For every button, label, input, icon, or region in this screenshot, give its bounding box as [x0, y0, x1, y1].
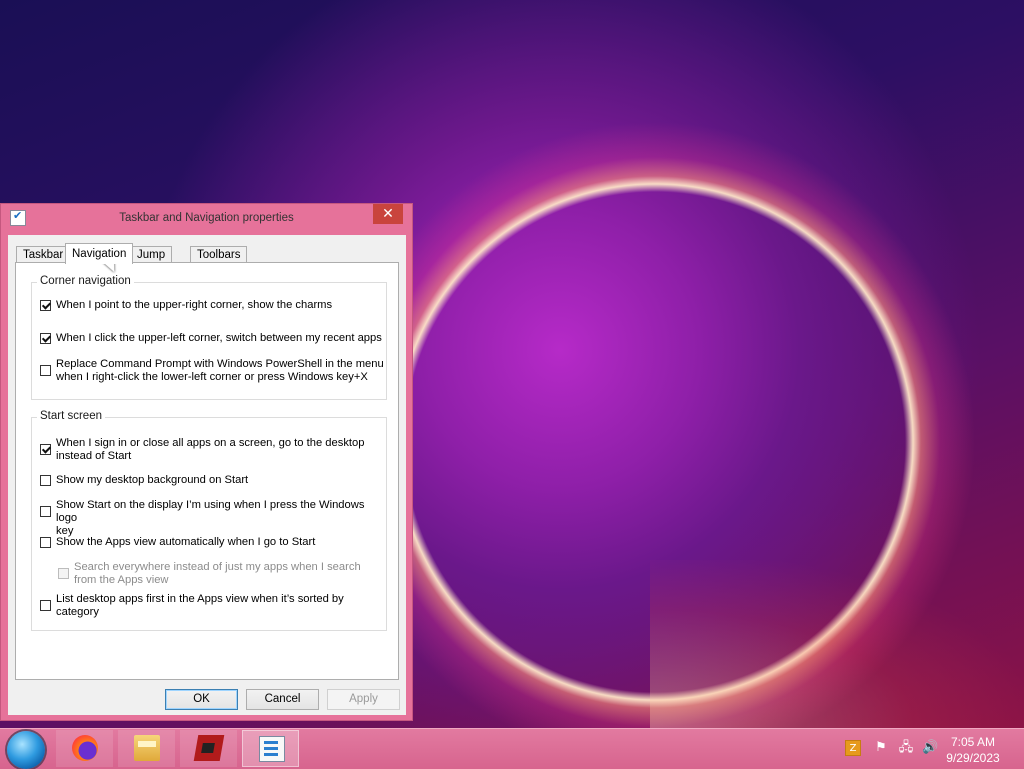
option-go-to-desktop[interactable]: When I sign in or close all apps on a sc… — [40, 437, 364, 463]
option-desktop-background[interactable]: Show my desktop background on Start — [40, 474, 248, 487]
action-center-flag-icon[interactable]: ⚑ — [873, 740, 889, 756]
option-label: Show the Apps view automatically when I … — [56, 536, 316, 548]
corner-navigation-label: Corner navigation — [37, 275, 134, 287]
firefox-icon — [72, 735, 98, 761]
checkbox-apps-view-auto[interactable] — [40, 537, 51, 548]
wallpaper-glow — [650, 560, 1024, 728]
option-label: List desktop apps first in the Apps view… — [56, 593, 344, 618]
clock-time: 7:05 AM — [950, 735, 996, 749]
tab-navigation[interactable]: Navigation — [65, 243, 134, 264]
properties-icon — [259, 736, 285, 762]
start-screen-label: Start screen — [37, 410, 105, 422]
clock-date: 9/29/2023 — [946, 751, 1000, 765]
taskbar: Z ⚑ 🖧 🔊 7:05 AM 9/29/2023 — [0, 728, 1024, 769]
cancel-button[interactable]: Cancel — [246, 689, 319, 710]
start-button[interactable] — [7, 731, 45, 769]
tab-toolbars[interactable]: Toolbars — [190, 246, 248, 263]
ok-button[interactable]: OK — [165, 689, 238, 710]
checkbox-powershell[interactable] — [40, 365, 51, 376]
checkbox-desktop-apps-first[interactable] — [40, 600, 51, 611]
option-label: When I click the upper-left corner, swit… — [56, 332, 382, 344]
volume-icon[interactable]: 🔊 — [922, 740, 938, 756]
option-apps-view-auto[interactable]: Show the Apps view automatically when I … — [40, 536, 315, 549]
option-label: When I point to the upper-right corner, … — [56, 299, 333, 311]
option-search-everywhere[interactable]: Search everywhere instead of just my app… — [58, 561, 361, 587]
clock[interactable]: 7:05 AM 9/29/2023 — [938, 734, 1008, 766]
tab-taskbar[interactable]: Taskbar — [16, 246, 71, 263]
checkbox-desktop-background[interactable] — [40, 475, 51, 486]
file-explorer-icon — [134, 735, 160, 761]
apply-button[interactable]: Apply — [327, 689, 400, 710]
close-button[interactable]: ✕ — [373, 204, 403, 224]
option-label: Show my desktop background on Start — [56, 474, 249, 486]
ime-icon[interactable]: Z — [845, 740, 861, 756]
tab-jump-lists[interactable]: Jump Lists — [130, 246, 173, 278]
network-icon[interactable]: 🖧 — [898, 740, 914, 756]
taskbar-file-explorer[interactable] — [118, 730, 175, 767]
option-label: When I sign in or close all apps on a sc… — [56, 437, 365, 462]
option-desktop-apps-first[interactable]: List desktop apps first in the Apps view… — [40, 593, 344, 619]
option-label: Replace Command Prompt with Windows Powe… — [56, 358, 384, 383]
properties-dialog: ✔ Taskbar and Navigation properties ✕ Ta… — [0, 203, 413, 721]
option-show-start-on-display[interactable]: Show Start on the display I’m using when… — [40, 499, 386, 538]
taskbar-graphics-settings[interactable] — [180, 730, 237, 767]
taskbar-properties-window[interactable] — [242, 730, 299, 767]
checkbox-switch-recent-apps[interactable] — [40, 333, 51, 344]
start-screen-group: Start screen When I sign in or close all… — [31, 410, 387, 631]
checkbox-show-charms[interactable] — [40, 300, 51, 311]
checkbox-go-to-desktop[interactable] — [40, 444, 51, 455]
navigation-tab-page: Corner navigation When I point to the up… — [15, 262, 399, 680]
graphics-card-icon — [193, 735, 225, 761]
option-label: Show Start on the display I’m using when… — [56, 499, 365, 537]
window-title: Taskbar and Navigation properties — [119, 212, 294, 224]
option-switch-recent-apps[interactable]: When I click the upper-left corner, swit… — [40, 332, 382, 345]
option-powershell[interactable]: Replace Command Prompt with Windows Powe… — [40, 358, 384, 384]
option-show-charms[interactable]: When I point to the upper-right corner, … — [40, 299, 332, 312]
option-label: Search everywhere instead of just my app… — [74, 561, 361, 586]
checkbox-show-start-on-display[interactable] — [40, 506, 51, 517]
checkbox-search-everywhere[interactable] — [58, 568, 69, 579]
corner-navigation-group: Corner navigation When I point to the up… — [31, 275, 387, 400]
taskbar-firefox[interactable] — [56, 730, 113, 767]
dialog-client-area: Taskbar Navigation Jump Lists Toolbars C… — [8, 235, 406, 715]
